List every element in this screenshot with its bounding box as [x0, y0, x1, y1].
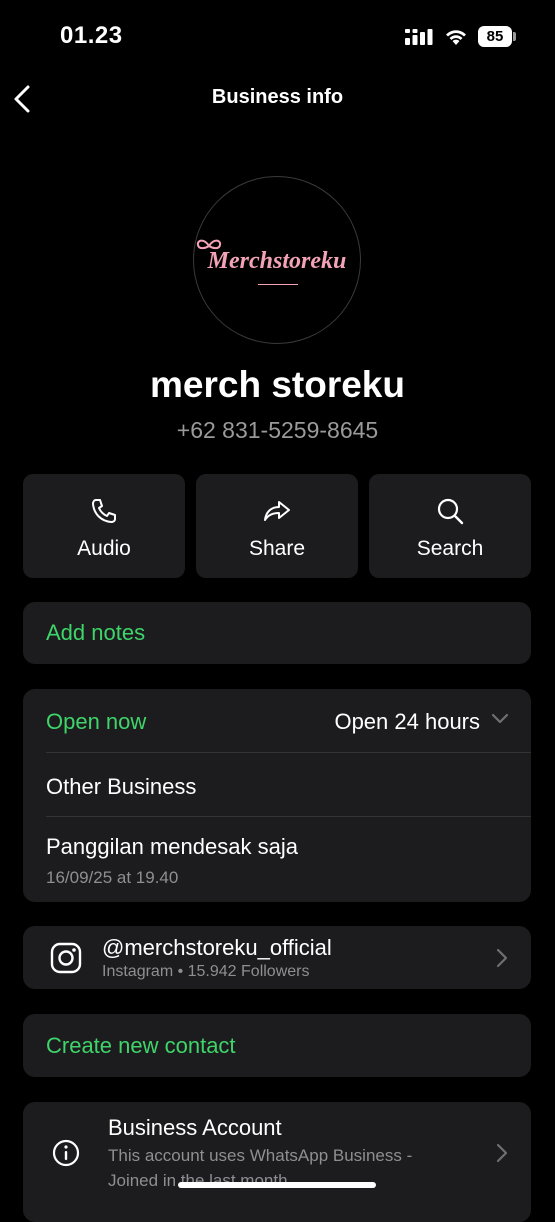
open-status: Open now — [46, 709, 147, 734]
chevron-right-icon — [496, 948, 508, 968]
share-arrow-icon — [264, 501, 290, 521]
business-account-line1: This account uses WhatsApp Business - — [108, 1146, 413, 1165]
chevron-down-icon[interactable] — [490, 712, 510, 726]
info-icon — [52, 1139, 80, 1167]
divider — [46, 816, 531, 817]
status-time: 01.23 — [60, 22, 123, 49]
add-notes-label: Add notes — [46, 620, 146, 645]
search-label: Search — [416, 537, 484, 560]
audio-label: Audio — [77, 537, 131, 560]
phone-icon — [92, 499, 116, 523]
business-message: Panggilan mendesak saja — [46, 834, 298, 859]
search-icon — [437, 498, 464, 525]
phone-number: +62 831-5259-8645 — [176, 417, 379, 443]
avatar-logo-text: Merchstoreku — [207, 248, 347, 274]
business-name: merch storeku — [150, 364, 405, 405]
share-label: Share — [248, 537, 306, 560]
divider — [46, 752, 531, 753]
business-account-title: Business Account — [108, 1115, 282, 1140]
instagram-detail: Instagram • 15.942 Followers — [102, 963, 310, 980]
instagram-handle: @merchstoreku_official — [102, 935, 332, 960]
create-contact-label: Create new contact — [46, 1033, 236, 1058]
message-timestamp: 16/09/25 at 19.40 — [46, 868, 179, 887]
share-button[interactable]: Share — [196, 474, 358, 578]
page-title: Business info — [211, 86, 344, 108]
instagram-icon — [50, 942, 82, 974]
business-account-line2: Joined in the last month — [108, 1171, 288, 1190]
battery-indicator: 85 — [478, 26, 512, 47]
logo-underline — [258, 284, 298, 285]
chevron-right-icon — [496, 1143, 508, 1163]
battery-tip — [513, 32, 516, 41]
business-category: Other Business — [46, 774, 197, 799]
wifi-icon — [446, 30, 466, 45]
audio-button[interactable]: Audio — [23, 474, 185, 578]
hours-value[interactable]: Open 24 hours — [334, 709, 480, 735]
cellular-signal-icon — [405, 29, 433, 45]
home-indicator — [178, 1182, 376, 1188]
search-button[interactable]: Search — [369, 474, 531, 578]
